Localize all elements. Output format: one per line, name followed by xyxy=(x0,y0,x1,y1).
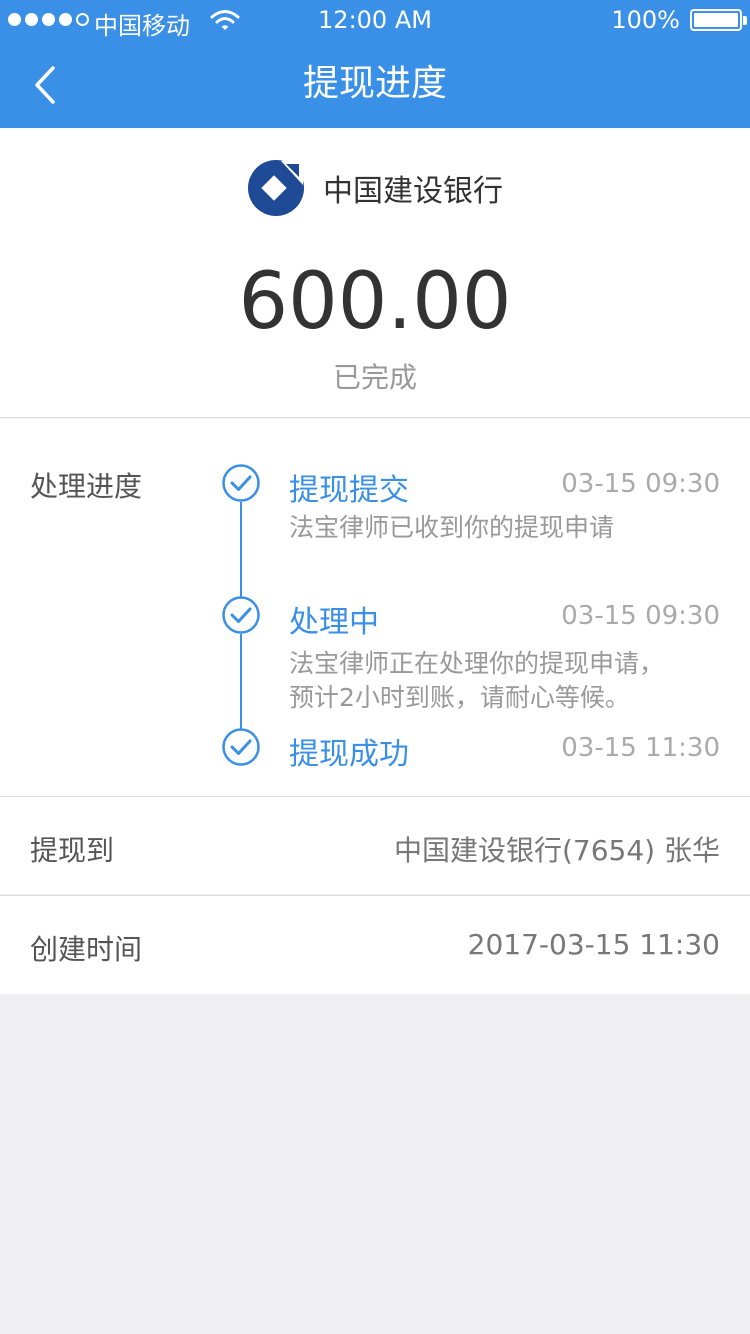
withdraw-status: 已完成 xyxy=(332,361,417,394)
withdraw-summary: 中国建设银行 600.00 已完成 xyxy=(0,128,750,418)
created-time-value: 2017-03-15 11:30 xyxy=(467,928,720,961)
step-desc-processing-line2: 预计2小时到账，请耐心等候。 xyxy=(289,683,630,712)
timeline-connector xyxy=(240,502,242,599)
withdraw-to-value: 中国建设银行(7654) 张华 xyxy=(393,834,720,867)
battery-tip xyxy=(743,16,747,25)
step-time-submitted: 03-15 09:30 xyxy=(561,469,720,499)
page-title: 提现进度 xyxy=(302,63,447,104)
bank-info: 中国建设银行 xyxy=(0,158,750,218)
withdraw-to-row: 提现到 中国建设银行(7654) 张华 xyxy=(0,796,750,894)
check-circle-icon xyxy=(222,728,260,766)
step-title-submitted: 提现提交 xyxy=(289,473,409,508)
created-time-label: 创建时间 xyxy=(30,933,143,966)
check-circle-icon xyxy=(222,464,260,502)
bank-name: 中国建设银行 xyxy=(323,174,503,209)
step-time-success: 03-15 11:30 xyxy=(561,733,720,763)
ccb-logo-icon xyxy=(248,160,304,216)
status-bar: 中国移动 12:00 AM 100% xyxy=(0,0,750,40)
step-desc-submitted: 法宝律师已收到你的提现申请 xyxy=(289,513,615,542)
check-circle-icon xyxy=(222,596,260,634)
step-time-processing: 03-15 09:30 xyxy=(561,601,720,631)
progress-label: 处理进度 xyxy=(30,470,143,503)
header: 中国移动 12:00 AM 100% 提现进度 xyxy=(0,0,750,128)
timeline-connector xyxy=(240,634,242,729)
battery-icon xyxy=(690,9,742,31)
created-time-row: 创建时间 2017-03-15 11:30 xyxy=(0,895,750,994)
withdraw-to-label: 提现到 xyxy=(30,834,115,867)
withdraw-amount: 600.00 xyxy=(238,257,512,347)
step-desc-processing-line1: 法宝律师正在处理你的提现申请， xyxy=(289,649,665,678)
progress-section: 处理进度 提现提交 03-15 09:30 法宝律师已收到你的提现申请 处理中 … xyxy=(0,419,750,796)
step-title-processing: 处理中 xyxy=(289,605,379,640)
step-title-success: 提现成功 xyxy=(289,737,409,772)
battery-percent: 100% xyxy=(611,6,680,34)
